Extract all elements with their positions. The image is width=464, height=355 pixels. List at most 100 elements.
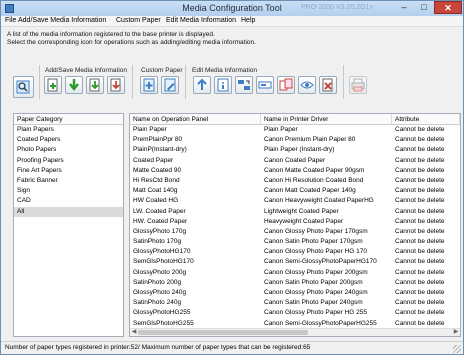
menu-custom-paper[interactable]: Custom Paper xyxy=(116,17,161,24)
table-row[interactable]: PremPlainPpr 80 Canon Premium Plain Paper… xyxy=(130,135,460,145)
column-header-attribute[interactable]: Attribute xyxy=(392,114,460,125)
status-text: Number of paper types registered in prin… xyxy=(5,344,311,351)
table-row[interactable]: SemGlsPhotoHG170 Canon Semi-GlossyPhotoPa… xyxy=(130,257,460,267)
table-row[interactable]: Hi ResCtd Bond Canon Hi Resolution Coated… xyxy=(130,176,460,186)
cell-attribute: Cannot be delete xyxy=(395,289,445,296)
category-item-sign[interactable]: Sign xyxy=(14,186,123,196)
cell-printer-driver-name: Canon Matte Coated Paper 90gsm xyxy=(264,166,365,174)
scroll-left-icon[interactable]: ◀ xyxy=(130,329,138,336)
group-label-custom-paper: Custom Paper xyxy=(141,67,183,74)
magnifier-icon xyxy=(16,80,30,94)
view-details-button[interactable] xyxy=(13,76,34,98)
plus-icon xyxy=(143,78,155,92)
menu-help[interactable]: Help xyxy=(241,17,255,24)
add-page-icon xyxy=(47,78,58,92)
show-hide-button[interactable] xyxy=(298,76,316,94)
export-media-button[interactable] xyxy=(107,76,125,94)
menu-file[interactable]: File xyxy=(5,17,16,24)
sort-icon xyxy=(238,80,250,90)
table-row[interactable]: Coated Paper Canon Coated Paper Cannot be … xyxy=(130,156,460,166)
copy-pages-icon xyxy=(279,78,293,91)
cell-operation-panel-name: HW. Coated Paper xyxy=(133,217,188,225)
category-item-coated[interactable]: Coated Papers xyxy=(14,135,123,145)
menu-bar: File Add/Save Media Information Custom P… xyxy=(1,16,463,27)
cell-attribute: Cannot be delete xyxy=(395,248,445,256)
table-row[interactable]: SatinPhoto 240g Canon Satin Photo Paper 2… xyxy=(130,298,460,308)
group-label-add-save: Add/Save Media Information xyxy=(45,67,128,74)
cell-printer-driver-name: Canon Hi Resolution Coated Bond xyxy=(264,176,364,184)
cell-printer-driver-name: Canon Glossy Photo Paper 240gsm xyxy=(264,289,368,296)
add-media-button[interactable] xyxy=(44,76,62,94)
table-row[interactable]: SatinPhoto 200g Canon Satin Photo Paper 2… xyxy=(130,278,460,288)
cell-attribute: Cannot be delete xyxy=(395,166,445,174)
category-item-fabric-banner[interactable]: Fabric Banner xyxy=(14,176,123,186)
table-row[interactable]: GlossyPhotoHG170 Canon Glossy Photo Paper… xyxy=(130,247,460,257)
menu-add-save[interactable]: Add/Save Media Information xyxy=(18,17,106,24)
window-title-ghost: PRO-2000 V3.20.2G1+ xyxy=(301,4,374,11)
table-row[interactable]: Plain Paper Plain Paper Cannot be delete xyxy=(130,125,460,135)
table-row[interactable]: PlainP(Instant-dry) Plain Paper (Instant-… xyxy=(130,145,460,155)
category-item-all[interactable]: All xyxy=(14,206,123,217)
category-item-proofing[interactable]: Proofing Papers xyxy=(14,156,123,166)
cell-attribute: Cannot be delete xyxy=(395,187,445,195)
save-media-button[interactable] xyxy=(86,76,104,94)
edit-custom-paper-button[interactable] xyxy=(161,76,179,94)
rename-icon xyxy=(258,81,272,89)
group-label-edit-media: Edit Media Information xyxy=(192,67,258,74)
column-header-printer-driver[interactable]: Name in Printer Driver xyxy=(261,114,392,125)
scrollbar-thumb[interactable] xyxy=(138,330,308,335)
category-item-plain[interactable]: Plain Papers xyxy=(14,125,123,135)
copy-media-button[interactable] xyxy=(277,76,295,94)
info-page-icon xyxy=(217,78,229,92)
table-row[interactable]: HW Coated HG Canon Heavyweight Coated Pap… xyxy=(130,196,460,206)
table-row[interactable]: LW. Coated Paper Lightweight Coated Paper… xyxy=(130,207,460,217)
sort-button[interactable] xyxy=(235,76,253,94)
move-up-icon xyxy=(197,78,207,90)
table-row[interactable]: Matt Coat 140g Canon Matt Coated Paper 14… xyxy=(130,186,460,196)
column-header-operation-panel[interactable]: Name on Operation Panel xyxy=(130,114,261,125)
table-row[interactable]: GlossyPhoto 240g Canon Glossy Photo Paper… xyxy=(130,288,460,298)
paper-category-list: Paper Category Plain Papers Coated Paper… xyxy=(13,113,124,337)
download-media-button[interactable] xyxy=(65,76,83,94)
category-item-fine-art[interactable]: Fine Art Papers xyxy=(14,166,123,176)
menu-edit-media[interactable]: Edit Media Information xyxy=(166,17,236,24)
table-row[interactable]: GlossyPhotoHG255 Canon Glossy Photo Paper… xyxy=(130,308,460,318)
move-up-button[interactable] xyxy=(193,76,211,94)
table-header: Name on Operation Panel Name in Printer … xyxy=(130,114,460,125)
close-button[interactable]: ✕ xyxy=(434,1,462,14)
table-row[interactable]: Matte Coated 90 Canon Matte Coated Paper … xyxy=(130,166,460,176)
toolbar: Add/Save Media Information Custom Paper … xyxy=(7,53,457,105)
print-button[interactable] xyxy=(349,76,367,94)
cell-attribute: Cannot be delete xyxy=(395,176,445,184)
cell-operation-panel-name: Coated Paper xyxy=(133,156,174,164)
cell-printer-driver-name: Lightweight Coated Paper xyxy=(264,207,339,215)
media-table: Name on Operation Panel Name in Printer … xyxy=(129,113,461,337)
info-line-1: A list of the media information register… xyxy=(7,31,215,38)
table-row[interactable]: HW. Coated Paper Heavyweight Coated Paper… xyxy=(130,217,460,227)
category-item-cad[interactable]: CAD xyxy=(14,196,123,206)
cell-attribute: Cannot be delete xyxy=(395,197,445,205)
properties-button[interactable] xyxy=(214,76,232,94)
scroll-right-icon[interactable]: ▶ xyxy=(452,329,460,336)
cell-attribute: Cannot be delete xyxy=(395,217,445,225)
cell-attribute: Cannot be delete xyxy=(395,126,445,133)
cell-printer-driver-name: Canon Glossy Photo Paper HG 170 xyxy=(264,248,367,256)
table-row[interactable]: GlossyPhoto 200g Canon Glossy Photo Paper… xyxy=(130,268,460,278)
resize-grip-icon[interactable] xyxy=(453,345,461,353)
add-custom-paper-button[interactable] xyxy=(140,76,158,94)
minimize-button[interactable]: – xyxy=(394,1,414,14)
table-row[interactable]: GlossyPhoto 170g Canon Glossy Photo Paper… xyxy=(130,227,460,237)
rename-button[interactable] xyxy=(256,76,274,94)
delete-media-button[interactable] xyxy=(319,76,337,94)
cell-operation-panel-name: Matte Coated 90 xyxy=(133,166,182,174)
table-row[interactable]: SatinPhoto 170g Canon Satin Photo Paper 1… xyxy=(130,237,460,247)
title-bar[interactable]: Media Configuration Tool PRO-2000 V3.20.… xyxy=(1,1,463,16)
horizontal-scrollbar[interactable]: ◀ ▶ xyxy=(130,328,460,336)
category-item-photo[interactable]: Photo Papers xyxy=(14,145,123,155)
maximize-button[interactable]: □ xyxy=(414,1,434,14)
cell-operation-panel-name: LW. Coated Paper xyxy=(133,207,186,215)
cell-attribute: Cannot be delete xyxy=(395,136,445,144)
cell-operation-panel-name: HW Coated HG xyxy=(133,197,179,205)
eye-icon xyxy=(300,81,314,89)
cell-operation-panel-name: SatinPhoto 170g xyxy=(133,238,182,246)
